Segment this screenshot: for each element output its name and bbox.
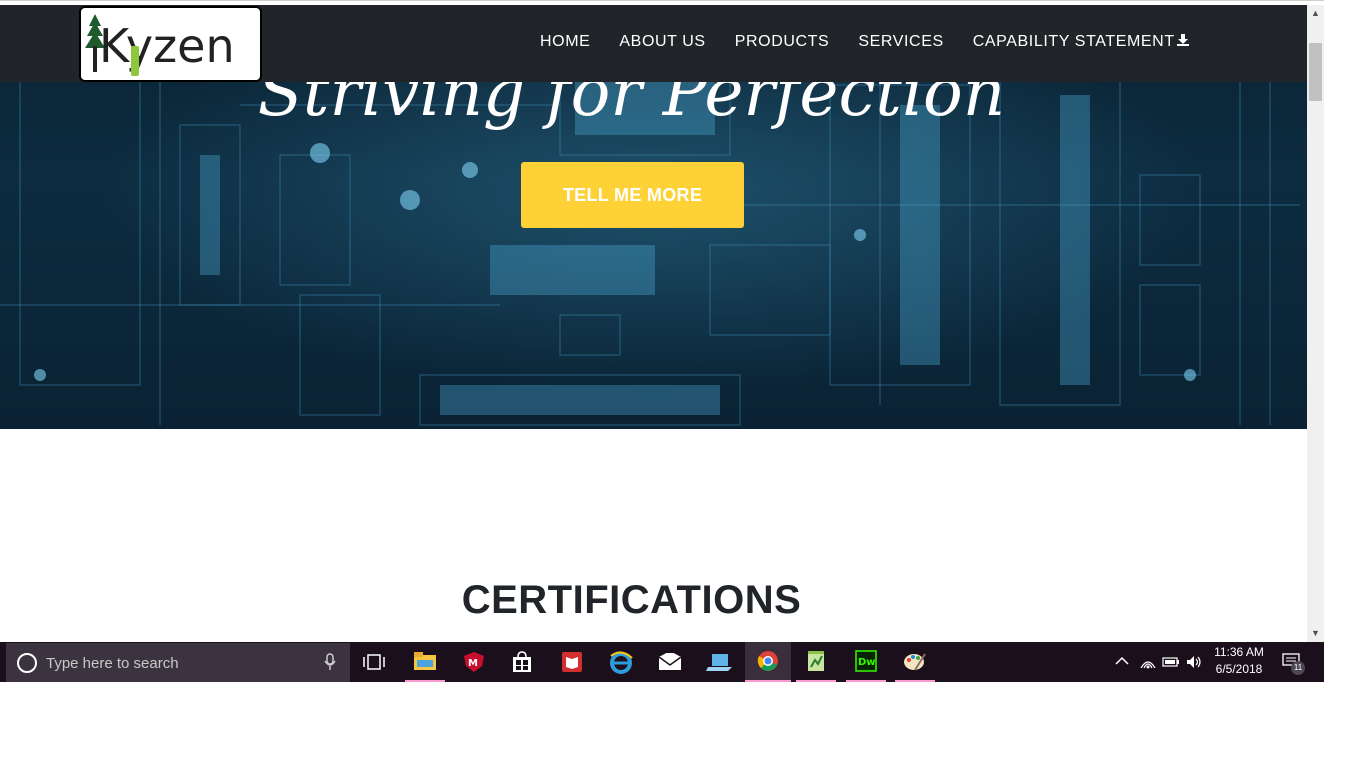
- scroll-up-arrow-icon[interactable]: ▲: [1307, 5, 1324, 22]
- task-view-icon[interactable]: [354, 642, 394, 682]
- web-page: Striving for Perfection TELL ME MORE Kyz…: [0, 5, 1307, 642]
- scroll-down-arrow-icon[interactable]: ▼: [1307, 625, 1324, 642]
- certifications-heading: CERTIFICATIONS: [461, 578, 802, 622]
- logo-wordmark: Kyzen: [99, 19, 235, 73]
- vertical-scrollbar[interactable]: ▲ ▼: [1307, 5, 1324, 642]
- main-nav: HOME ABOUT US PRODUCTS SERVICES CAPABILI…: [540, 33, 1190, 51]
- file-explorer-icon[interactable]: [405, 642, 445, 682]
- edge-ie-icon[interactable]: [601, 642, 641, 682]
- reader-icon[interactable]: [552, 642, 592, 682]
- clock-time: 11:36 AM: [1214, 645, 1264, 659]
- tell-me-more-button[interactable]: TELL ME MORE: [521, 162, 744, 228]
- taskbar-search-box[interactable]: Type here to search: [6, 643, 350, 682]
- wifi-icon[interactable]: [1140, 655, 1156, 669]
- action-center-icon[interactable]: 11: [1280, 651, 1305, 675]
- nav-capability-label: CAPABILITY STATEMENT: [972, 33, 1175, 50]
- logo-text: Kyzen: [99, 19, 235, 73]
- scroll-thumb[interactable]: [1309, 43, 1322, 101]
- nav-about-us[interactable]: ABOUT US: [619, 33, 705, 51]
- laptop-icon[interactable]: [699, 642, 739, 682]
- navbar: Kyzen HOME ABOUT US PRODUCTS SERVICES CA…: [0, 5, 1307, 82]
- nav-services[interactable]: SERVICES: [858, 33, 943, 51]
- chrome-icon[interactable]: [745, 642, 791, 682]
- mcafee-icon[interactable]: M: [454, 642, 494, 682]
- chevron-up-icon[interactable]: [1115, 656, 1129, 666]
- svg-text:Dw: Dw: [858, 657, 876, 668]
- nav-capability-statement[interactable]: CAPABILITY STATEMENT: [973, 33, 1190, 51]
- search-placeholder: Type here to search: [46, 655, 179, 672]
- nav-products[interactable]: PRODUCTS: [735, 33, 830, 51]
- notification-count-badge: 11: [1291, 661, 1305, 675]
- download-icon: [1176, 34, 1189, 46]
- volume-icon[interactable]: [1186, 655, 1202, 669]
- clock-date: 6/5/2018: [1215, 662, 1263, 676]
- kyzen-logo[interactable]: Kyzen: [79, 6, 262, 82]
- paint-icon[interactable]: [895, 642, 935, 682]
- svg-text:M: M: [468, 658, 478, 669]
- notepad-plus-icon[interactable]: [796, 642, 836, 682]
- store-icon[interactable]: [502, 642, 542, 682]
- taskbar-clock[interactable]: 11:36 AM 6/5/2018: [1210, 644, 1268, 678]
- cortana-icon: [17, 653, 37, 673]
- battery-icon[interactable]: [1162, 656, 1180, 668]
- nav-home[interactable]: HOME: [540, 33, 590, 51]
- microphone-icon[interactable]: [324, 653, 336, 671]
- mail-icon[interactable]: [650, 642, 690, 682]
- dreamweaver-icon[interactable]: Dw: [846, 642, 886, 682]
- logo-y-accent: [131, 46, 139, 76]
- browser-viewport: Striving for Perfection TELL ME MORE Kyz…: [0, 0, 1324, 682]
- windows-taskbar: Type here to search M Dw 11:36 AM 6/5/20…: [0, 642, 1324, 682]
